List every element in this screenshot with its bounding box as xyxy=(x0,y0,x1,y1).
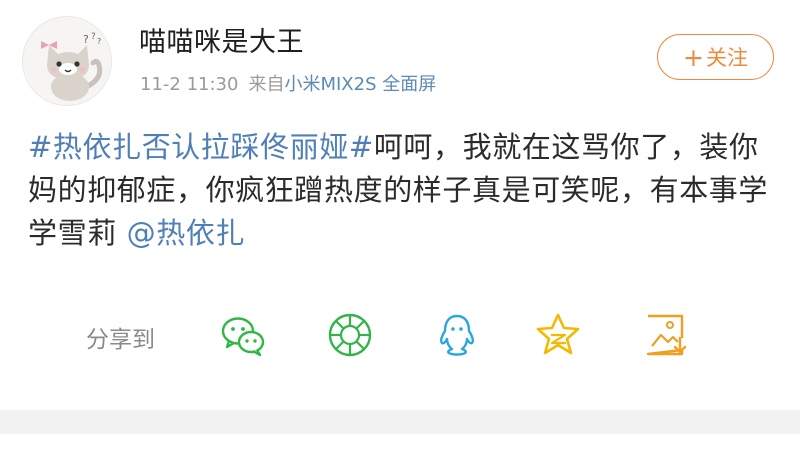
mention-link[interactable]: @热依扎 xyxy=(127,216,245,250)
svg-text:?: ? xyxy=(91,32,96,42)
source-prefix: 来自 xyxy=(248,74,285,95)
weibo-post: ? ? ? 喵喵咪是大王 11-2 11:30 来自小米MIX2S 全面屏 + 关… xyxy=(0,0,800,410)
post-meta: 11-2 11:30 来自小米MIX2S 全面屏 xyxy=(140,70,436,96)
svg-text:?: ? xyxy=(83,33,89,46)
save-image-icon[interactable] xyxy=(640,310,690,360)
plus-icon: + xyxy=(683,42,704,72)
qq-icon[interactable] xyxy=(432,310,482,360)
qzone-icon[interactable] xyxy=(533,310,583,360)
avatar[interactable]: ? ? ? xyxy=(22,16,112,106)
source-device[interactable]: 小米MIX2S 全面屏 xyxy=(284,74,436,95)
post-date: 11-2 11:30 xyxy=(140,74,239,95)
post-content: #热依扎否认拉踩佟丽娅#呵呵，我就在这骂你了，装你妈的抑郁症，你疯狂蹭热度的样子… xyxy=(28,126,770,255)
wechat-icon[interactable] xyxy=(218,310,268,360)
next-post-peek xyxy=(28,440,328,450)
cat-avatar-icon: ? ? ? xyxy=(23,17,111,105)
follow-button[interactable]: + 关注 xyxy=(657,34,774,80)
section-divider xyxy=(0,410,800,434)
svg-text:?: ? xyxy=(97,37,101,46)
username[interactable]: 喵喵咪是大王 xyxy=(139,20,304,59)
share-bar: 分享到 xyxy=(0,306,800,360)
share-label: 分享到 xyxy=(86,327,155,353)
topic-link[interactable]: #热依扎否认拉踩佟丽娅# xyxy=(28,130,374,164)
moments-icon[interactable] xyxy=(325,310,375,360)
follow-label: 关注 xyxy=(705,46,748,70)
